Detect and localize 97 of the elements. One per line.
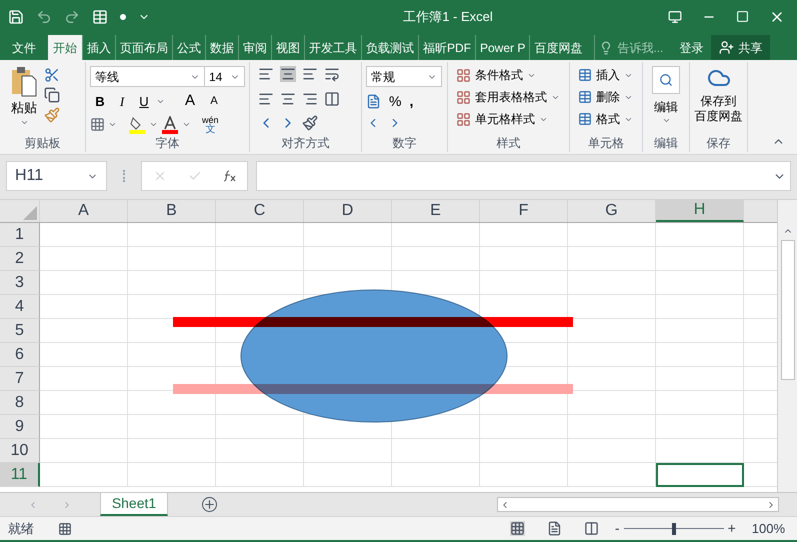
middle-align-icon[interactable] xyxy=(280,66,296,82)
top-align-icon[interactable] xyxy=(258,66,274,82)
wrap-text-icon[interactable] xyxy=(324,66,340,82)
column-header[interactable]: H xyxy=(656,200,744,222)
table-style-icon xyxy=(456,68,471,82)
group-label: 保存 xyxy=(706,135,730,152)
bottom-align-icon[interactable] xyxy=(302,66,318,82)
font-size-dropdown[interactable]: 14 xyxy=(205,66,245,87)
ribbon-display-icon[interactable] xyxy=(668,10,682,24)
underline-button[interactable]: U xyxy=(134,92,154,111)
window-title: 工作簿1 - Excel xyxy=(402,8,494,26)
caret-icon xyxy=(662,116,670,125)
copy-icon[interactable] xyxy=(44,87,60,103)
row-header[interactable]: 7 xyxy=(0,367,40,391)
table-style-icon xyxy=(456,112,471,126)
vertical-scrollbar[interactable] xyxy=(777,200,797,492)
row-header[interactable]: 9 xyxy=(0,415,40,439)
style-menu-button[interactable]: 套用表格格式 xyxy=(456,88,560,106)
add-sheet-icon[interactable] xyxy=(202,497,217,512)
ribbon-tab[interactable]: 开始 xyxy=(48,35,82,60)
row-header[interactable]: 5 xyxy=(0,319,40,343)
column-header[interactable]: D xyxy=(304,200,392,222)
row-header[interactable]: 10 xyxy=(0,439,40,463)
column-header[interactable]: A xyxy=(40,200,128,222)
zoom-level[interactable]: 100% xyxy=(752,518,785,538)
phonetic-button[interactable]: wén 文 xyxy=(202,116,219,134)
fill-color-icon[interactable] xyxy=(128,116,146,134)
group-label: 单元格 xyxy=(588,135,624,152)
style-menu-button[interactable]: 条件格式 xyxy=(456,66,560,84)
table-style-icon xyxy=(456,90,471,104)
editing-button[interactable]: 编辑 xyxy=(647,66,685,134)
paste-button[interactable]: 粘贴 xyxy=(4,66,44,134)
selected-cell[interactable] xyxy=(656,463,744,487)
horizontal-scrollbar[interactable] xyxy=(497,497,779,512)
row-header[interactable]: 2 xyxy=(0,247,40,271)
tell-me-field[interactable]: 告诉我... xyxy=(617,38,672,56)
row-header[interactable]: 11 xyxy=(0,463,40,487)
font-color-icon[interactable] xyxy=(161,116,179,134)
borders-icon[interactable] xyxy=(90,117,105,132)
number-format-dropdown[interactable]: 常规 xyxy=(366,66,442,87)
group-label: 编辑 xyxy=(654,135,678,152)
bold-button[interactable]: B xyxy=(90,92,110,111)
grow-font-button[interactable]: A xyxy=(179,90,201,112)
formula-input[interactable] xyxy=(256,161,791,191)
row-header[interactable]: 1 xyxy=(0,223,40,247)
page-layout-icon[interactable] xyxy=(546,521,562,536)
save-icon[interactable] xyxy=(8,8,24,24)
table-icon xyxy=(578,68,592,82)
percent-button[interactable]: % xyxy=(389,91,402,112)
sheet-tab[interactable]: Sheet1 xyxy=(100,493,168,516)
normal-view-icon[interactable] xyxy=(510,521,525,536)
group-label: 数字 xyxy=(392,135,416,152)
search-icon xyxy=(652,66,680,94)
user-icon xyxy=(719,40,734,55)
share-button[interactable]: 共享 xyxy=(711,35,770,60)
style-menu-button[interactable]: 单元格样式 xyxy=(456,110,560,128)
row-header[interactable]: 6 xyxy=(0,343,40,367)
align-center-icon[interactable] xyxy=(280,90,296,107)
dropdown-caret-icon[interactable] xyxy=(149,120,158,129)
zoom-out-button[interactable]: - xyxy=(610,518,624,539)
font-name-dropdown[interactable]: 等线 xyxy=(90,66,205,87)
group-label: 字体 xyxy=(156,135,180,152)
zoom-slider-thumb[interactable] xyxy=(672,522,676,534)
row-header[interactable]: 4 xyxy=(0,295,40,319)
shrink-font-button[interactable]: A xyxy=(203,93,225,110)
dropdown-caret-icon[interactable] xyxy=(182,120,191,129)
save-to-cloud-button[interactable]: 保存到 百度网盘 xyxy=(694,66,743,134)
cells-menu-button[interactable]: 格式 xyxy=(578,110,633,128)
column-header[interactable]: F xyxy=(480,200,568,222)
ribbon-tab[interactable]: 文件 xyxy=(0,35,48,60)
row-header[interactable]: 8 xyxy=(0,391,40,415)
column-header[interactable]: B xyxy=(128,200,216,222)
group-label: 剪贴板 xyxy=(24,135,60,152)
column-header[interactable]: E xyxy=(392,200,480,222)
scroll-thumb[interactable] xyxy=(780,240,794,380)
align-right-icon[interactable] xyxy=(302,90,318,107)
group-label: 样式 xyxy=(496,135,520,152)
cells-menu-button[interactable]: 插入 xyxy=(578,66,633,84)
maximize-icon[interactable] xyxy=(736,10,749,23)
name-box[interactable]: H11 xyxy=(6,161,107,191)
italic-button[interactable]: I xyxy=(112,92,132,111)
function-icon[interactable] xyxy=(222,170,236,182)
cells-menu-button[interactable]: 删除 xyxy=(578,88,633,106)
dropdown-caret-icon[interactable] xyxy=(108,120,117,129)
column-header[interactable]: C xyxy=(216,200,304,222)
triangle-icon xyxy=(23,206,37,220)
sign-in-link[interactable]: 登录 xyxy=(671,35,712,60)
group-label: 对齐方式 xyxy=(282,135,330,152)
zoom-in-button[interactable]: + xyxy=(724,518,740,539)
align-left-icon[interactable] xyxy=(258,90,274,107)
comma-button[interactable]: , xyxy=(409,91,414,112)
status-text: 就绪 xyxy=(8,520,34,538)
table-icon xyxy=(578,90,592,104)
cut-icon[interactable] xyxy=(44,67,60,83)
table-icon xyxy=(578,112,592,126)
row-header[interactable]: 3 xyxy=(0,271,40,295)
clipboard-icon xyxy=(10,66,38,98)
